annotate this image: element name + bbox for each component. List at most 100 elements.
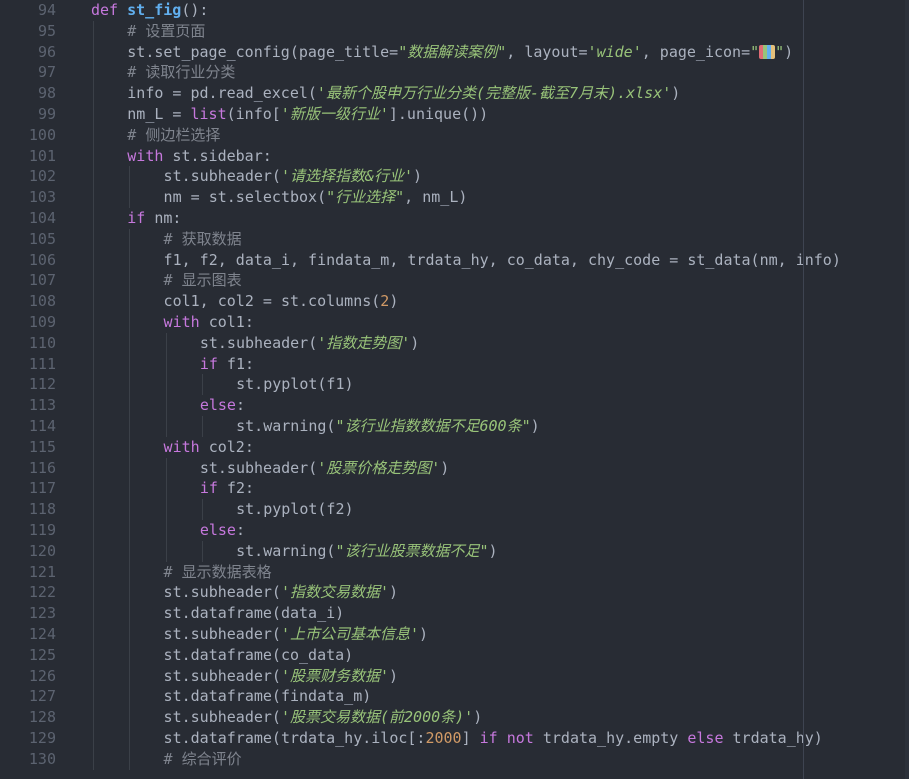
code-line[interactable]: # 获取数据 (164, 229, 242, 249)
code-line[interactable]: else: (200, 395, 245, 415)
indent-guide (129, 478, 131, 500)
indent-guide (93, 228, 94, 250)
line-number: 125 (28, 645, 56, 664)
indent-guide (93, 83, 94, 104)
code-line[interactable]: def st_fig(): (91, 0, 208, 20)
code-editor[interactable]: 94 95 96 97 98 99 100 101 102 103 104 105 106 107 108 1… (0, 0, 909, 779)
code-line[interactable]: # 综合评价 (164, 749, 242, 769)
code-token: st.dataframe(findata_m) (163, 687, 372, 706)
line-number: 101 (28, 146, 56, 165)
code-line[interactable]: st.subheader('股票交易数据(前2000条)') (164, 707, 483, 727)
indent-guide (93, 561, 94, 583)
code-line[interactable]: # 读取行业分类 (127, 62, 235, 82)
code-keyword: list (190, 105, 227, 123)
code-number: 2000 (425, 729, 462, 747)
code-line[interactable]: st.subheader('股票价格走势图') (200, 458, 450, 478)
code-line[interactable]: with col2: (164, 437, 254, 457)
code-token: ) (530, 417, 540, 435)
code-token: ) (389, 666, 399, 685)
indent-guide (93, 748, 94, 770)
indent-guide (129, 353, 131, 375)
code-line[interactable]: st.set_page_config(page_title="数据解读案例", … (127, 42, 793, 62)
line-number: 107 (28, 271, 56, 290)
code-token: ) (389, 292, 399, 311)
code-line[interactable]: st.subheader('股票财务数据') (164, 666, 399, 686)
code-token: st.subheader( (163, 583, 281, 602)
indent-guide (129, 582, 131, 604)
indent-guide (129, 436, 131, 458)
code-comment: # 显示数据表格 (163, 562, 272, 581)
code-line[interactable]: st.dataframe(data_i) (164, 603, 345, 623)
line-number-gutter: 94 95 96 97 98 99 100 101 102 103 104 105 106 107 108 1… (0, 0, 62, 779)
line-number: 122 (28, 583, 56, 602)
code-line[interactable]: st.dataframe(findata_m) (164, 686, 372, 706)
code-line[interactable]: st.dataframe(trdata_hy.iloc[:2000] if no… (164, 728, 823, 748)
code-line[interactable]: with col1: (164, 312, 254, 332)
code-comment: # 综合评价 (163, 749, 242, 768)
code-line[interactable]: with st.sidebar: (127, 146, 272, 166)
indent-guide (165, 416, 167, 437)
line-number: 121 (28, 562, 56, 581)
code-line[interactable]: info = pd.read_excel('最新个股申万行业分类(完整版-截至7… (127, 83, 680, 103)
indent-guide (93, 603, 94, 624)
code-string: " (775, 42, 785, 61)
line-number: 130 (28, 749, 56, 768)
indent-guide (93, 416, 94, 437)
code-line[interactable]: st.pyplot(f2) (236, 499, 353, 519)
indent-guide (129, 228, 131, 250)
code-token: trdata_hy.empty (533, 729, 688, 747)
code-area[interactable]: def st_fig(): # 设置页面 st.set_page_config(pa… (91, 0, 909, 779)
line-number: 110 (28, 333, 56, 352)
code-comment: # 显示图表 (163, 271, 242, 290)
code-line[interactable]: # 显示数据表格 (164, 562, 272, 582)
indent-guide (129, 644, 131, 666)
code-line[interactable]: st.dataframe(co_data) (164, 645, 354, 665)
code-string: "数据解读案例" (398, 42, 507, 61)
code-line[interactable]: st.subheader('指数走势图') (200, 333, 420, 353)
code-string: '指数交易数据' (280, 583, 390, 602)
indent-guide (201, 499, 203, 520)
code-keyword: else (199, 396, 236, 415)
code-string: '上市公司基本信息' (280, 625, 420, 643)
code-token: ) (413, 167, 423, 186)
code-line[interactable]: if f1: (200, 354, 254, 374)
code-line[interactable]: st.warning("该行业股票数据不足") (236, 541, 497, 561)
indent-guide (129, 395, 131, 416)
code-line[interactable]: st.warning("该行业指数数据不足600条") (236, 416, 540, 436)
code-line[interactable]: st.subheader('上市公司基本信息') (164, 624, 429, 644)
code-string: '股票财务数据' (280, 666, 390, 685)
indent-guide (93, 332, 94, 354)
code-line[interactable]: if f2: (200, 478, 254, 498)
code-line[interactable]: # 侧边栏选择 (127, 125, 220, 145)
code-line[interactable]: f1, f2, data_i, findata_m, trdata_hy, co… (164, 250, 841, 270)
code-line[interactable]: nm = st.selectbox("行业选择", nm_L) (164, 187, 468, 207)
code-keyword: else (199, 521, 236, 539)
line-number: 108 (28, 292, 56, 311)
code-token: : (235, 521, 245, 539)
code-line[interactable]: # 设置页面 (127, 21, 205, 41)
code-token: st.subheader( (163, 708, 281, 727)
code-token: ) (410, 333, 420, 352)
indent-guide (93, 395, 94, 416)
line-number: 126 (28, 666, 56, 685)
code-keyword: def (91, 1, 119, 19)
code-line[interactable]: if nm: (127, 208, 181, 228)
code-line[interactable]: nm_L = list(info['新版一级行业'].unique()) (127, 104, 488, 124)
code-token: ) (440, 458, 450, 477)
code-line[interactable]: # 显示图表 (164, 270, 242, 290)
code-line[interactable]: col1, col2 = st.columns(2) (164, 291, 399, 311)
code-token: st.dataframe(co_data) (163, 645, 354, 664)
indent-guide (93, 624, 94, 645)
indent-guide (165, 395, 167, 416)
code-line[interactable]: st.subheader('请选择指数&行业') (164, 166, 423, 186)
indent-guide (129, 374, 131, 396)
vertical-scrollbar[interactable] (905, 0, 909, 779)
indent-guide (201, 416, 203, 437)
code-token: st.dataframe(trdata_hy.iloc[: (163, 729, 426, 747)
code-line[interactable]: else: (200, 520, 245, 540)
line-number: 97 (37, 63, 56, 82)
code-line[interactable]: st.subheader('指数交易数据') (164, 582, 399, 602)
code-line[interactable]: st.pyplot(f1) (236, 374, 353, 394)
indent-guide (129, 686, 131, 708)
